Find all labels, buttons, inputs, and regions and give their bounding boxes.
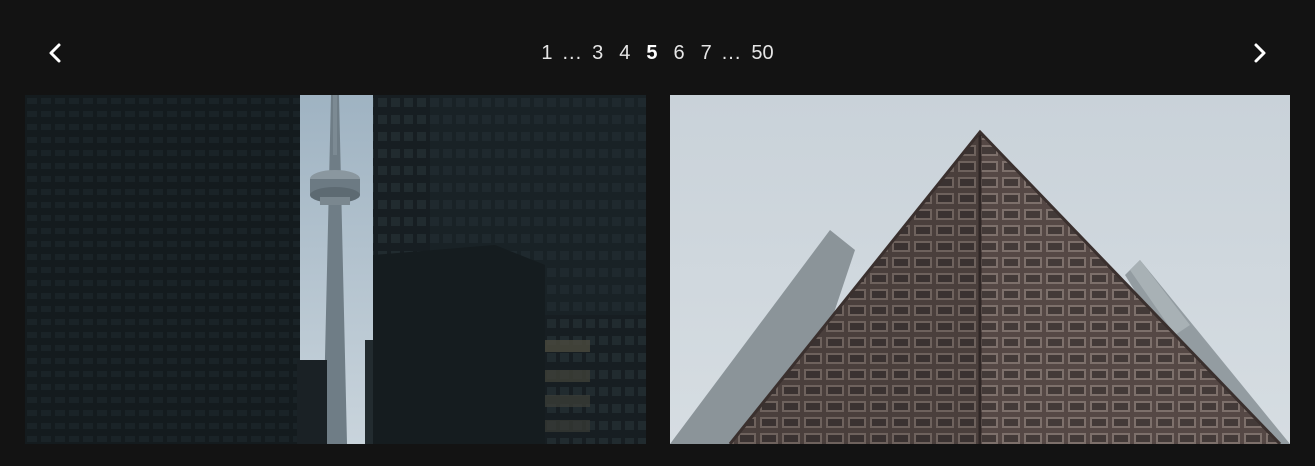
gallery-image-tower-skyline[interactable] — [25, 95, 646, 444]
chevron-right-icon — [1254, 43, 1266, 63]
page-link-7[interactable]: 7 — [693, 40, 720, 66]
image-gallery: 1 ... 3 4 5 6 7 ... 50 — [0, 0, 1315, 466]
page-link-4[interactable]: 4 — [611, 40, 638, 66]
page-link-3[interactable]: 3 — [584, 40, 611, 66]
pagination: 1 ... 3 4 5 6 7 ... 50 — [0, 40, 1315, 66]
page-link-50[interactable]: 50 — [743, 40, 781, 66]
tower-skyline-image — [25, 95, 646, 444]
pagination-ellipsis: ... — [721, 42, 742, 64]
page-link-1[interactable]: 1 — [533, 40, 560, 66]
page-link-5-current[interactable]: 5 — [638, 40, 665, 66]
next-page-button[interactable] — [1245, 38, 1275, 68]
page-link-6[interactable]: 6 — [666, 40, 693, 66]
angular-building-image — [670, 95, 1290, 444]
gallery-image-angular-building[interactable] — [670, 95, 1290, 444]
pagination-ellipsis: ... — [562, 42, 583, 64]
